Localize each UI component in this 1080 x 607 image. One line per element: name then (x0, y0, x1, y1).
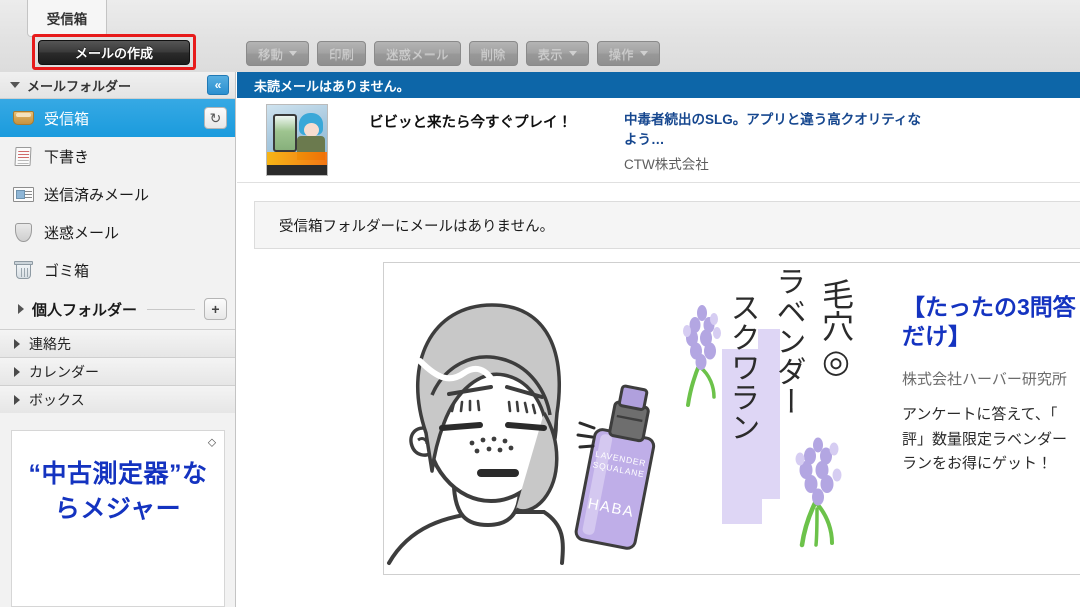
mail-client-window: 受信箱 メールの作成 移動 印刷 迷惑メール 削除 表示 操作 メールフォルダー… (0, 0, 1080, 607)
text-advertisement-row[interactable]: ビビッと来たら今すぐプレイ！ 中毒者続出のSLG。アプリと違う高クオリティな よ… (237, 98, 1080, 183)
unread-status-label: 未読メールはありません。 (254, 78, 410, 94)
empty-folder-message: 受信箱フォルダーにメールはありません。 (254, 201, 1080, 249)
sidebar-item-calendar-label: カレンダー (29, 363, 99, 380)
banner-advertisement-illustration: LAVENDER SQUALANE HABA スクワラン ラベンダー 毛穴◎ (384, 263, 884, 574)
sidebar-item-calendar[interactable]: カレンダー (0, 357, 235, 385)
banner-ad-body-line2: 評」数量限定ラベンダー (902, 430, 1068, 448)
sidebar-item-personal-folder[interactable]: 個人フォルダー + (0, 289, 235, 329)
sidebar-item-spam-label: 迷惑メール (44, 224, 120, 242)
compose-mail-label: メールの作成 (74, 46, 153, 61)
sidebar-mail-folder-header[interactable]: メールフォルダー « (0, 72, 235, 99)
tab-inbox[interactable]: 受信箱 (27, 0, 107, 37)
sidebar-item-drafts[interactable]: 下書き (0, 137, 235, 175)
banner-ad-body-line3: ランをお得にゲット！ (902, 455, 1053, 473)
toolbar-button-operations[interactable]: 操作 (596, 41, 660, 66)
unread-status-banner: 未読メールはありません。 (237, 72, 1080, 98)
banner-ad-advertiser: 株式会社ハーバー研究所 (902, 370, 1067, 388)
svg-text:スクワラン: スクワラン (726, 292, 759, 442)
chevron-down-icon (639, 51, 648, 56)
draft-icon (12, 145, 36, 167)
banner-advertisement[interactable]: LAVENDER SQUALANE HABA スクワラン ラベンダー 毛穴◎ 【… (383, 262, 1080, 575)
add-personal-folder-button[interactable]: + (204, 298, 227, 320)
toolbar-button-move-label: 移動 (258, 48, 284, 62)
toolbar-button-delete-label: 削除 (480, 48, 506, 62)
banner-advertisement-copy: 【たったの3問答 だけ】 株式会社ハーバー研究所 アンケートに答えて、「 評」数… (884, 263, 1080, 574)
sidebar-item-box[interactable]: ボックス (0, 385, 235, 413)
inbox-icon (12, 107, 36, 129)
refresh-inbox-button[interactable]: ↻ (204, 107, 227, 129)
advertisement-thumbnail (266, 104, 328, 176)
chevron-down-icon (568, 51, 577, 56)
sidebar-item-inbox[interactable]: 受信箱 ↻ (0, 99, 235, 137)
shield-icon (12, 221, 36, 243)
sidebar-item-personal-folder-label: 個人フォルダー (32, 301, 138, 319)
advertisement-title-line1[interactable]: 中毒者続出のSLG。アプリと違う高クオリティな (624, 110, 1080, 130)
sidebar-item-contacts[interactable]: 連絡先 (0, 329, 235, 357)
toolbar-button-delete[interactable]: 削除 (468, 41, 518, 66)
chevron-down-icon (289, 51, 298, 56)
triangle-right-icon (14, 338, 20, 349)
toolbar-button-print[interactable]: 印刷 (317, 41, 367, 66)
svg-text:ラベンダー: ラベンダー (772, 266, 806, 416)
toolbar-button-move[interactable]: 移動 (246, 41, 310, 66)
toolbar-button-print-label: 印刷 (329, 48, 355, 62)
toolbar-button-view-label: 表示 (537, 48, 563, 62)
collapse-sidebar-button[interactable]: « (207, 75, 229, 95)
divider (147, 308, 195, 310)
tab-inbox-label: 受信箱 (46, 12, 88, 27)
toolbar-button-view[interactable]: 表示 (525, 41, 589, 66)
action-toolbar: 移動 印刷 迷惑メール 削除 表示 操作 (246, 41, 660, 66)
sidebar-item-trash-label: ゴミ箱 (44, 262, 90, 280)
main-content: 未読メールはありません。 ビビッと来たら今すぐプレイ！ 中毒者続出のSLG。アプ… (237, 72, 1080, 607)
sidebar-item-inbox-label: 受信箱 (44, 110, 90, 128)
sidebar-item-trash[interactable]: ゴミ箱 (0, 251, 235, 289)
sidebar-item-spam[interactable]: 迷惑メール (0, 213, 235, 251)
sidebar-item-sent[interactable]: 送信済みメール (0, 175, 235, 213)
svg-text:毛穴◎: 毛穴◎ (818, 278, 854, 380)
triangle-right-icon (14, 394, 20, 405)
sidebar-item-contacts-label: 連絡先 (29, 335, 71, 352)
banner-ad-title-line1[interactable]: 【たったの3問答 (902, 293, 1080, 322)
toolbar-button-operations-label: 操作 (608, 48, 634, 62)
compose-mail-button[interactable]: メールの作成 (38, 40, 190, 65)
triangle-right-icon (18, 304, 24, 314)
empty-folder-message-label: 受信箱フォルダーにメールはありません。 (279, 218, 555, 235)
sidebar-item-box-label: ボックス (29, 391, 85, 408)
toolbar-button-spam-label: 迷惑メール (386, 48, 449, 62)
triangle-right-icon (14, 366, 20, 377)
advertisement-title-line2[interactable]: よう… (624, 130, 1080, 150)
advertiser-name: CTW株式会社 (624, 157, 709, 173)
banner-ad-title-line2[interactable]: だけ】 (902, 322, 1080, 351)
sidebar-advertisement[interactable]: ⬦ “中古測定器”ならメジャー (11, 430, 225, 607)
banner-ad-body-line1: アンケートに答えて、「 (902, 405, 1058, 423)
trash-icon (12, 259, 36, 281)
top-bar: 受信箱 メールの作成 移動 印刷 迷惑メール 削除 表示 操作 (0, 0, 1080, 72)
triangle-down-icon (10, 82, 20, 88)
advertisement-catchphrase[interactable]: ビビッと来たら今すぐプレイ！ (369, 104, 624, 132)
sidebar-folder-list: 受信箱 ↻ 下書き 送信済みメール 迷惑メール ゴミ箱 個人フォルダー + (0, 99, 235, 329)
sidebar: メールフォルダー « 受信箱 ↻ 下書き 送信済みメール 迷惑メール ゴミ箱 個… (0, 72, 236, 607)
sidebar-item-sent-label: 送信済みメール (44, 186, 150, 204)
toolbar-button-spam[interactable]: 迷惑メール (374, 41, 461, 66)
sidebar-advertisement-text: “中古測定器”ならメジャー (28, 460, 208, 523)
cosmetics-illustration-svg: LAVENDER SQUALANE HABA スクワラン ラベンダー 毛穴◎ (384, 263, 884, 574)
advertisement-description: 中毒者続出のSLG。アプリと違う高クオリティな よう… CTW株式会社 (624, 104, 1080, 173)
ad-info-icon[interactable]: ⬦ (205, 435, 219, 450)
sidebar-mail-folder-label: メールフォルダー (27, 78, 132, 94)
sidebar-item-drafts-label: 下書き (44, 148, 90, 166)
sent-mail-icon (12, 183, 36, 205)
